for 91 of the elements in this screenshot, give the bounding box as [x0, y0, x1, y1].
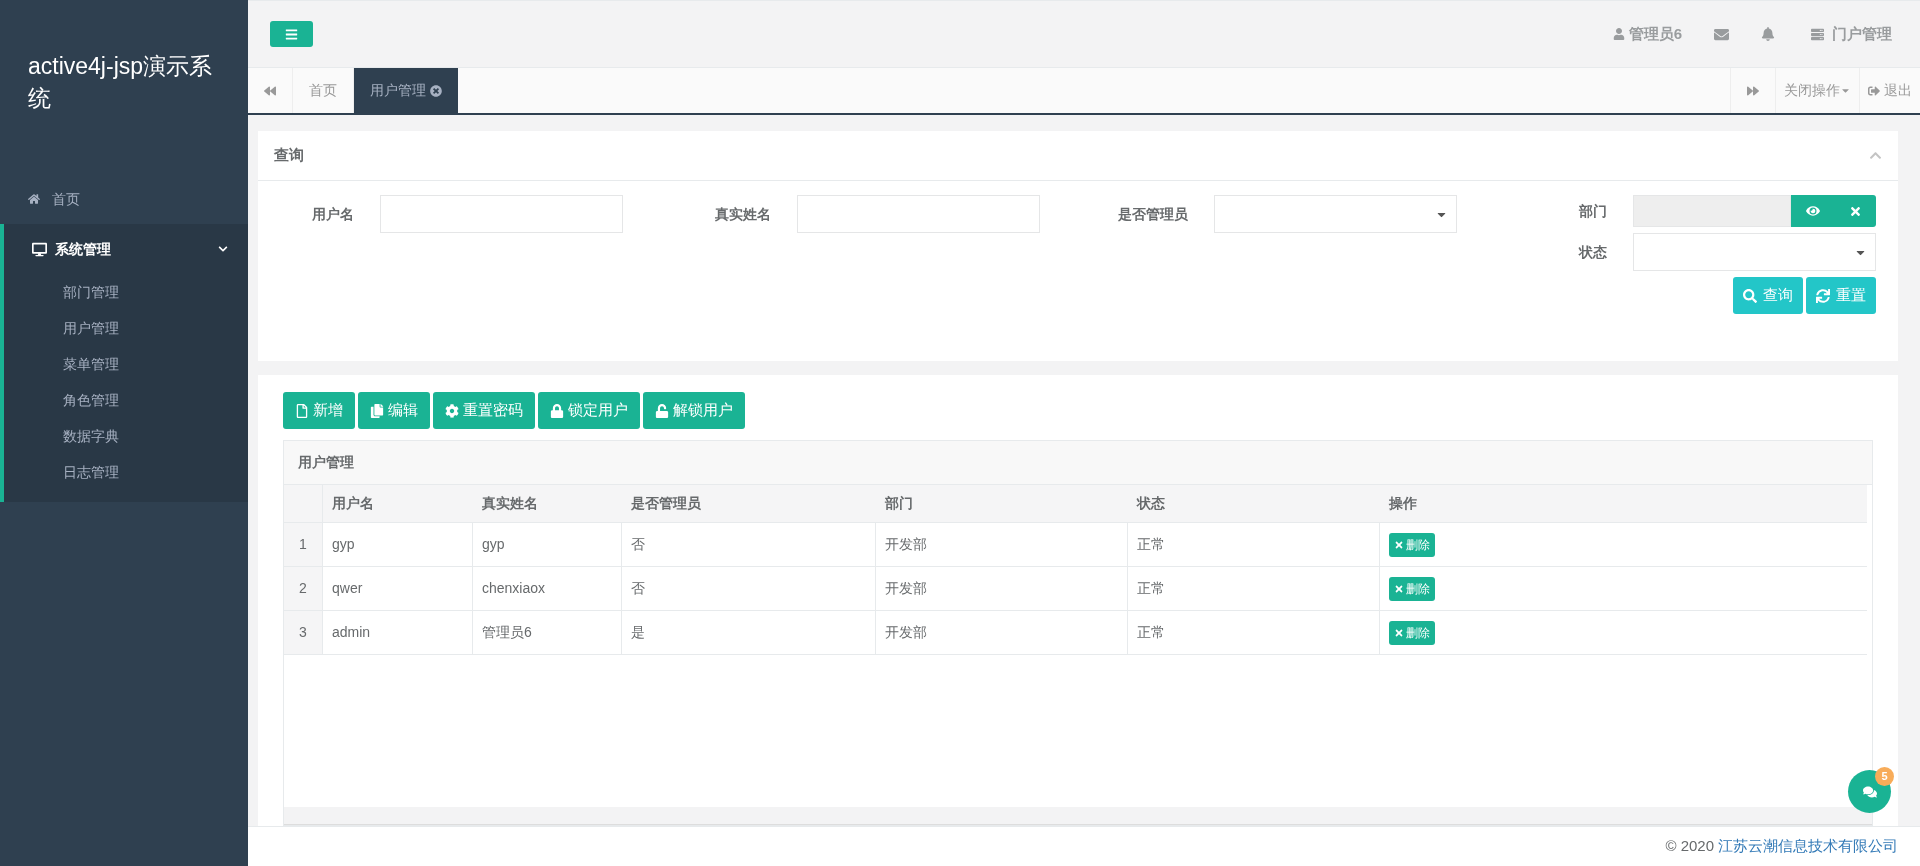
logout-icon [1868, 84, 1880, 97]
close-icon[interactable] [430, 84, 442, 97]
toolbar-button[interactable]: 新增 [283, 392, 355, 429]
eye-icon [1805, 204, 1820, 218]
toolbar-button[interactable]: 解锁用户 [643, 392, 745, 429]
delete-button[interactable]: 删除 [1389, 620, 1435, 645]
table-cell: 否 [622, 523, 876, 566]
collapse-icon[interactable] [1869, 149, 1882, 162]
monitor-icon [32, 241, 47, 257]
file-icon [295, 403, 309, 418]
column-header: 部门 [884, 494, 914, 513]
forward-icon [1747, 84, 1759, 97]
copy-icon [370, 403, 384, 418]
menu-item[interactable]: 日志管理 [4, 454, 248, 490]
table-cell: 正常 [1128, 611, 1380, 654]
table-cell: 管理员6 [473, 611, 622, 654]
toolbar-button[interactable]: 重置密码 [433, 392, 535, 429]
menu-group[interactable]: 系统管理 [4, 224, 248, 274]
close-operations-dropdown[interactable]: 关闭操作 [1775, 68, 1859, 113]
app-title: active4j-jsp演示系统 [28, 52, 214, 113]
table-cell: 正常 [1128, 523, 1380, 566]
view-button[interactable] [1791, 195, 1834, 227]
table-cell: chenxiaox [473, 567, 622, 610]
select-field[interactable] [1214, 195, 1457, 233]
delete-button[interactable]: 删除 [1389, 576, 1435, 601]
row-number: 1 [284, 523, 323, 566]
gear-icon [445, 403, 459, 418]
close-icon [1394, 627, 1404, 638]
company-link[interactable]: 江苏云潮信息技术有限公司 [1718, 835, 1898, 858]
table-cell: 正常 [1128, 567, 1380, 610]
row-number: 2 [284, 567, 323, 610]
logout-button[interactable]: 退出 [1859, 68, 1920, 113]
reset-button[interactable]: 重置 [1806, 277, 1876, 314]
search-icon [1743, 288, 1757, 303]
menu-icon [285, 27, 298, 41]
close-icon [1848, 204, 1862, 218]
field-label: 部门 [1578, 201, 1608, 221]
menu-item[interactable]: 首页 [0, 174, 248, 224]
clear-button[interactable] [1834, 195, 1876, 227]
table-cell: admin [323, 611, 473, 654]
field-label: 状态 [1577, 242, 1608, 262]
select-field[interactable] [1633, 233, 1876, 271]
menu-item[interactable]: 角色管理 [4, 382, 248, 418]
field-label: 真实姓名 [714, 204, 772, 224]
panel-title: 查询 [274, 145, 305, 166]
home-icon [28, 193, 40, 205]
table-cell: 开发部 [876, 611, 1128, 654]
mail-icon[interactable] [1714, 26, 1729, 42]
lock-icon [550, 403, 564, 418]
menu-item[interactable]: 部门管理 [4, 274, 248, 310]
chat-icon [1862, 784, 1877, 799]
table-cell: gyp [473, 523, 622, 566]
table-cell: qwer [323, 567, 473, 610]
search-button[interactable]: 查询 [1733, 277, 1803, 314]
column-header: 用户名 [331, 494, 375, 513]
column-header: 真实姓名 [481, 494, 539, 513]
copyright-text: © 2020 [1665, 836, 1714, 857]
user-icon [1612, 28, 1625, 40]
toolbar-button[interactable]: 锁定用户 [538, 392, 640, 429]
input-field[interactable] [380, 195, 623, 233]
table-cell: 否 [622, 567, 876, 610]
toolbar-button[interactable]: 编辑 [358, 392, 430, 429]
column-header: 是否管理员 [630, 494, 702, 513]
close-icon [1394, 539, 1404, 550]
menu-item[interactable]: 数据字典 [4, 418, 248, 454]
refresh-icon [1816, 288, 1830, 303]
table-cell: 是 [622, 611, 876, 654]
column-header: 操作 [1388, 494, 1418, 513]
input-field[interactable] [797, 195, 1040, 233]
menu-item[interactable]: 菜单管理 [4, 346, 248, 382]
close-icon [1394, 583, 1404, 594]
column-header: 状态 [1135, 494, 1166, 513]
menu-button[interactable] [270, 21, 313, 47]
input-field[interactable] [1633, 195, 1791, 227]
table-cell: 开发部 [876, 567, 1128, 610]
rewind-icon [264, 84, 276, 97]
table-cell: 开发部 [876, 523, 1128, 566]
row-number: 3 [284, 611, 323, 654]
unlock-icon [655, 403, 669, 418]
chevron-down-icon [218, 244, 228, 254]
field-label: 用户名 [311, 204, 355, 224]
menu-item[interactable]: 用户管理 [4, 310, 248, 346]
bell-icon[interactable] [1761, 27, 1775, 41]
delete-button[interactable]: 删除 [1389, 532, 1435, 557]
table-cell: gyp [323, 523, 473, 566]
field-label: 是否管理员 [1117, 204, 1189, 224]
page-tab[interactable]: 用户管理 [354, 68, 458, 113]
user-menu[interactable]: 管理员6 [1612, 22, 1682, 46]
server-icon [1811, 27, 1824, 41]
table-title: 用户管理 [298, 453, 354, 472]
portal-menu[interactable]: 门户管理 [1811, 22, 1892, 46]
